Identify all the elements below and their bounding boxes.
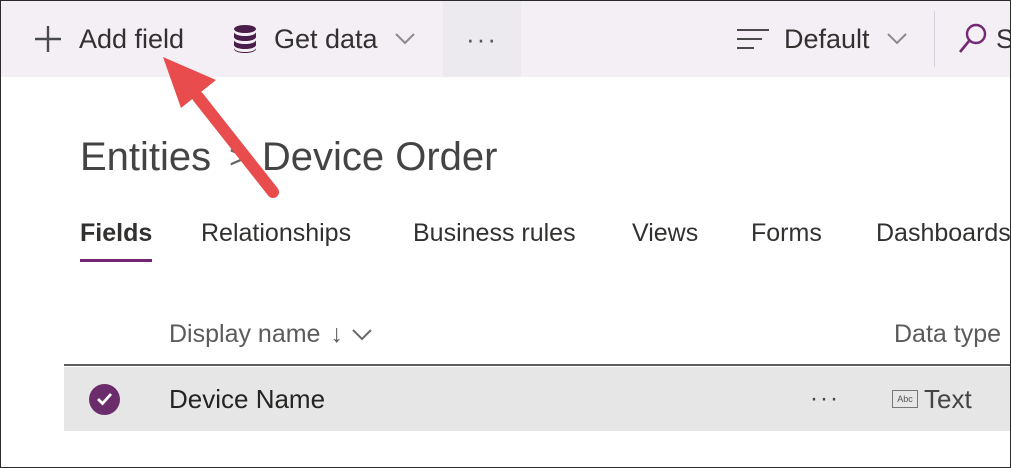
app-window: Add field Get data ··· Default Entities … [0,0,1011,468]
annotation-arrow [163,57,279,198]
